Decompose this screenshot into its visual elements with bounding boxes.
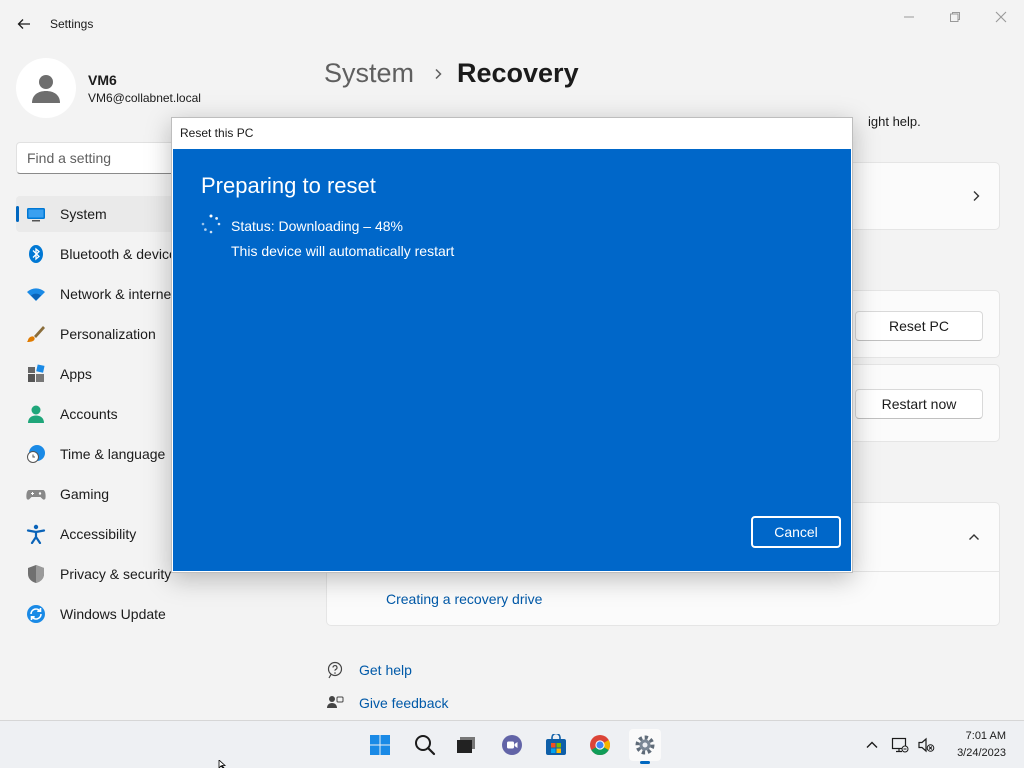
chevron-right-icon [428,62,448,86]
network-monitor-icon [891,737,909,753]
give-feedback-link[interactable]: Give feedback [359,695,449,711]
shield-icon [26,564,46,584]
running-indicator [640,761,650,764]
user-email: VM6@collabnet.local [88,91,201,105]
volume-tray-button[interactable] [916,735,936,755]
globe-clock-icon [26,444,46,464]
volume-muted-icon [918,737,935,753]
taskbar-search-button[interactable] [409,729,441,761]
sidebar-item-label: Gaming [60,486,110,502]
restart-now-button[interactable]: Restart now [855,389,983,419]
avatar[interactable] [16,58,76,118]
clock-time[interactable]: 7:01 AM [950,730,1006,742]
minimize-icon [904,16,914,18]
wifi-icon [26,284,46,304]
dialog-body: Preparing to reset Status: Downloading –… [173,149,851,571]
teams-chat-icon [502,735,522,755]
minimize-button[interactable] [894,8,924,26]
task-view-icon [457,737,475,753]
get-help-link[interactable]: Get help [359,662,412,678]
restore-icon [950,12,960,22]
recovery-drive-link[interactable]: Creating a recovery drive [386,591,542,607]
close-icon [995,11,1007,23]
sidebar-item-label: Accessibility [60,526,137,542]
clock-date[interactable]: 3/24/2023 [940,747,1006,759]
mouse-cursor-icon [218,760,227,768]
sidebar-item-label: Privacy & security [60,566,172,582]
network-tray-button[interactable] [890,735,910,755]
apps-icon [26,364,46,384]
store-icon [546,734,566,755]
store-button[interactable] [540,729,572,761]
sidebar-item-label: Time & language [60,446,166,462]
start-icon [370,735,390,755]
app-title: Settings [50,17,94,31]
person-avatar-icon [32,75,60,103]
maximize-button[interactable] [940,8,970,26]
brush-icon [26,324,46,344]
feedback-icon [326,694,344,712]
download-status: Status: Downloading – 48% [231,218,403,234]
chrome-button[interactable] [584,729,616,761]
show-hidden-icons-button[interactable] [862,735,882,755]
user-name: VM6 [88,72,117,88]
reset-pc-button[interactable]: Reset PC [855,311,983,341]
search-icon [415,735,436,756]
dialog-title: Reset this PC [180,126,254,140]
start-button[interactable] [364,729,396,761]
get-help-icon [326,661,344,679]
bluetooth-icon [26,244,46,264]
settings-gear-icon [635,735,655,755]
chevron-up-icon [969,534,979,540]
sidebar-item-label: Apps [60,366,92,382]
accessibility-icon [26,524,46,544]
reset-dialog: Reset this PC Preparing to reset Status:… [171,117,853,573]
back-arrow-icon [17,19,30,29]
monitor-icon [26,204,46,224]
title-bar: Settings [0,0,1024,48]
person-icon [26,404,46,424]
active-indicator [16,206,19,222]
sidebar-item-label: Accounts [60,406,118,422]
spinner-icon [201,214,221,234]
sidebar-item-label: Network & internet [60,286,176,302]
chevron-right-icon [973,191,980,201]
chevron-up-icon [866,741,878,748]
sidebar-item-label: System [60,206,107,222]
close-button[interactable] [986,8,1016,26]
sidebar-item-label: Personalization [60,326,156,342]
page-description: ight help. [868,114,921,129]
teams-chat-button[interactable] [496,729,528,761]
restart-note: This device will automatically restart [231,243,455,259]
settings-taskbar-button[interactable] [629,729,661,764]
taskbar: 7:01 AM 3/24/2023 [0,720,1024,768]
update-icon [26,604,46,624]
gamepad-icon [26,484,46,504]
sidebar-item-label: Bluetooth & devices [60,246,184,262]
cancel-button[interactable]: Cancel [751,516,841,548]
chrome-icon [590,735,611,756]
sidebar-item-windows-update[interactable]: Windows Update [16,596,306,632]
dialog-heading: Preparing to reset [201,173,376,198]
sidebar-item-label: Windows Update [60,606,166,622]
page-title: Recovery [457,58,579,88]
back-button[interactable] [10,10,38,38]
breadcrumb-parent[interactable]: System [324,58,414,89]
task-view-button[interactable] [450,729,482,761]
